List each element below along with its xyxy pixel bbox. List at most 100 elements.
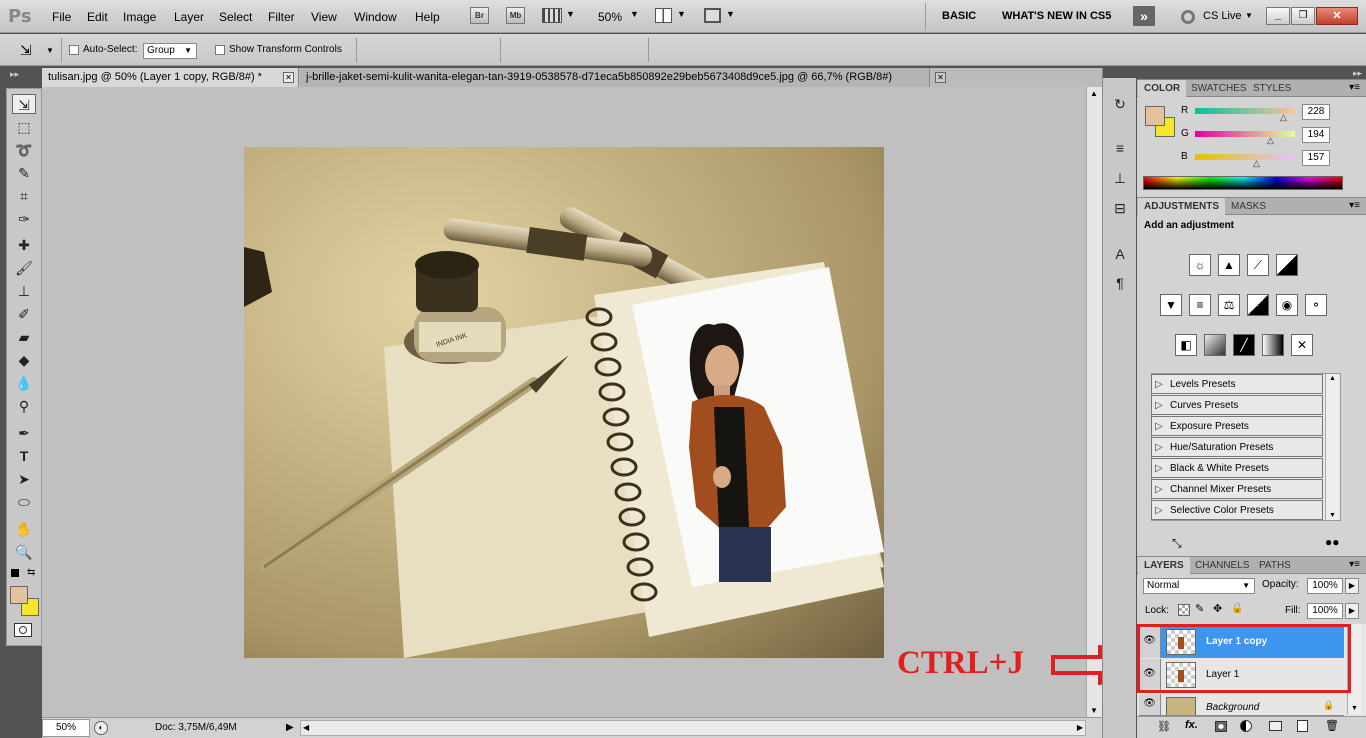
screen-mode-icon[interactable] bbox=[704, 8, 721, 23]
opacity-value[interactable]: 100% bbox=[1307, 578, 1343, 594]
close-tab-icon[interactable]: ✕ bbox=[935, 72, 946, 83]
zoom-level[interactable]: 50% bbox=[598, 10, 622, 24]
menu-help[interactable]: Help bbox=[415, 10, 440, 24]
quick-selection-tool-icon[interactable]: ✎ bbox=[12, 163, 36, 183]
document-canvas[interactable]: INDIA INK bbox=[244, 147, 884, 658]
vertical-scrollbar[interactable]: ▲ ▼ bbox=[1086, 87, 1102, 717]
workspace-whats-new[interactable]: WHAT'S NEW IN CS5 bbox=[1002, 10, 1111, 22]
more-workspaces-icon[interactable]: » bbox=[1133, 6, 1155, 26]
minimize-button[interactable]: _ bbox=[1266, 7, 1290, 25]
tab-jaket[interactable]: j-brille-jaket-semi-kulit-wanita-elegan-… bbox=[300, 68, 930, 87]
menu-view[interactable]: View bbox=[311, 10, 337, 24]
presets-scrollbar[interactable]: ▲ ▼ bbox=[1325, 374, 1339, 520]
eraser-tool-icon[interactable]: ▰ bbox=[12, 327, 36, 347]
tab-paths[interactable]: PATHS bbox=[1253, 557, 1297, 575]
tab-tulisan[interactable]: tulisan.jpg @ 50% (Layer 1 copy, RGB/8#)… bbox=[42, 68, 299, 87]
move-tool-icon[interactable]: ⇲ bbox=[12, 94, 36, 114]
lock-pixels-icon[interactable]: ✎ bbox=[1195, 602, 1204, 615]
dodge-tool-icon[interactable]: ⚲ bbox=[12, 396, 36, 416]
menu-filter[interactable]: Filter bbox=[268, 10, 295, 24]
mini-bridge-button[interactable]: Mb bbox=[506, 7, 525, 24]
channel-mixer-icon[interactable]: ⚬ bbox=[1305, 294, 1327, 316]
arrange-documents-icon[interactable] bbox=[655, 8, 672, 23]
tool-presets-icon[interactable]: ⊟ bbox=[1108, 198, 1132, 218]
horizontal-scrollbar[interactable]: ◀ ▶ bbox=[300, 720, 1086, 736]
lasso-tool-icon[interactable]: ➰ bbox=[12, 140, 36, 160]
brush-panel-icon[interactable]: ≡ bbox=[1108, 138, 1132, 158]
g-value[interactable]: 194 bbox=[1302, 127, 1330, 143]
panel-menu-icon[interactable]: ▾≡ bbox=[1349, 82, 1360, 93]
foreground-color-swatch[interactable] bbox=[1145, 106, 1165, 126]
menu-image[interactable]: Image bbox=[123, 10, 156, 24]
layer-style-icon[interactable]: fx. bbox=[1185, 719, 1198, 731]
clone-source-icon[interactable]: ⊥ bbox=[1108, 168, 1132, 188]
posterize-icon[interactable] bbox=[1204, 334, 1226, 356]
layer-name[interactable]: Background bbox=[1206, 702, 1259, 713]
preset-hue-saturation[interactable]: Hue/Saturation Presets bbox=[1151, 437, 1323, 458]
new-adjustment-icon[interactable] bbox=[1240, 720, 1252, 732]
restore-button[interactable]: ❐ bbox=[1291, 7, 1315, 25]
levels-icon[interactable]: ▲ bbox=[1218, 254, 1240, 276]
new-layer-icon[interactable] bbox=[1297, 720, 1308, 732]
photo-filter-icon[interactable]: ◉ bbox=[1276, 294, 1298, 316]
paragraph-panel-icon[interactable]: ¶ bbox=[1108, 273, 1132, 293]
transform-controls-checkbox[interactable] bbox=[215, 45, 225, 55]
status-menu-arrow-icon[interactable]: ▶ bbox=[286, 722, 294, 733]
threshold-icon[interactable]: ╱ bbox=[1233, 334, 1255, 356]
tab-swatches[interactable]: SWATCHES bbox=[1185, 80, 1253, 98]
eyedropper-tool-icon[interactable]: ✑ bbox=[12, 209, 36, 229]
lock-all-icon[interactable]: 🔒 bbox=[1231, 603, 1243, 614]
default-colors-icon[interactable] bbox=[11, 569, 19, 577]
menu-layer[interactable]: Layer bbox=[174, 10, 204, 24]
preset-exposure[interactable]: Exposure Presets bbox=[1151, 416, 1323, 437]
marquee-tool-icon[interactable]: ⬚ bbox=[12, 117, 36, 137]
bridge-button[interactable]: Br bbox=[470, 7, 489, 24]
b-slider[interactable]: △ bbox=[1195, 154, 1295, 168]
preset-levels[interactable]: Levels Presets bbox=[1151, 374, 1323, 395]
preset-selective-color[interactable]: Selective Color Presets bbox=[1151, 500, 1323, 521]
panel-menu-icon[interactable]: ▾≡ bbox=[1349, 200, 1360, 211]
path-selection-tool-icon[interactable]: ➤ bbox=[12, 469, 36, 489]
extras-icon[interactable] bbox=[542, 8, 562, 23]
swap-colors-icon[interactable]: ⇆ bbox=[27, 567, 35, 578]
preset-curves[interactable]: Curves Presets bbox=[1151, 395, 1323, 416]
b-value[interactable]: 157 bbox=[1302, 150, 1330, 166]
fill-value[interactable]: 100% bbox=[1307, 603, 1343, 619]
gradient-map-icon[interactable] bbox=[1262, 334, 1284, 356]
paint-bucket-tool-icon[interactable]: ◆ bbox=[12, 350, 36, 370]
curves-icon[interactable]: ⟋ bbox=[1247, 254, 1269, 276]
zoom-tool-icon[interactable]: 🔍 bbox=[12, 542, 36, 562]
ellipse-tool-icon[interactable]: ⬭ bbox=[12, 492, 36, 512]
g-slider[interactable]: △ bbox=[1195, 131, 1295, 145]
new-group-icon[interactable] bbox=[1269, 721, 1282, 731]
cs-live-label[interactable]: CS Live bbox=[1203, 10, 1242, 22]
clip-to-layer-icon[interactable]: ●● bbox=[1325, 535, 1340, 549]
move-tool-icon[interactable]: ⇲ bbox=[20, 42, 32, 59]
lock-transparency-icon[interactable] bbox=[1178, 604, 1190, 616]
menu-edit[interactable]: Edit bbox=[87, 10, 108, 24]
tab-adjustments[interactable]: ADJUSTMENTS bbox=[1138, 198, 1226, 216]
layer-row-background[interactable]: 👁 Background 🔒 bbox=[1139, 694, 1344, 716]
brush-tool-icon[interactable]: 🖌 bbox=[12, 258, 36, 278]
auto-select-dropdown[interactable]: Group ▼ bbox=[143, 43, 197, 59]
tab-styles[interactable]: STYLES bbox=[1247, 80, 1297, 98]
black-white-icon[interactable] bbox=[1247, 294, 1269, 316]
menu-select[interactable]: Select bbox=[219, 10, 252, 24]
close-button[interactable]: ✕ bbox=[1316, 7, 1358, 25]
tab-color[interactable]: COLOR bbox=[1138, 80, 1187, 98]
visibility-eye-icon[interactable]: 👁 bbox=[1139, 694, 1161, 715]
healing-brush-tool-icon[interactable]: ✚ bbox=[12, 235, 36, 255]
selective-color-icon[interactable]: ✕ bbox=[1291, 334, 1313, 356]
clone-stamp-tool-icon[interactable]: ⊥ bbox=[12, 281, 36, 301]
history-panel-icon[interactable]: ↻ bbox=[1108, 94, 1132, 114]
status-zoom[interactable]: 50% bbox=[42, 719, 90, 737]
close-tab-icon[interactable]: ✕ bbox=[283, 72, 294, 83]
vibrance-icon[interactable]: ▼ bbox=[1160, 294, 1182, 316]
status-icon[interactable]: ◐ bbox=[94, 721, 108, 735]
opacity-arrow-icon[interactable]: ▶ bbox=[1345, 578, 1359, 594]
crop-tool-icon[interactable]: ⌗ bbox=[12, 186, 36, 206]
r-slider[interactable]: △ bbox=[1195, 108, 1295, 122]
r-value[interactable]: 228 bbox=[1302, 104, 1330, 120]
brightness-contrast-icon[interactable]: ☼ bbox=[1189, 254, 1211, 276]
character-panel-icon[interactable]: A bbox=[1108, 244, 1132, 264]
